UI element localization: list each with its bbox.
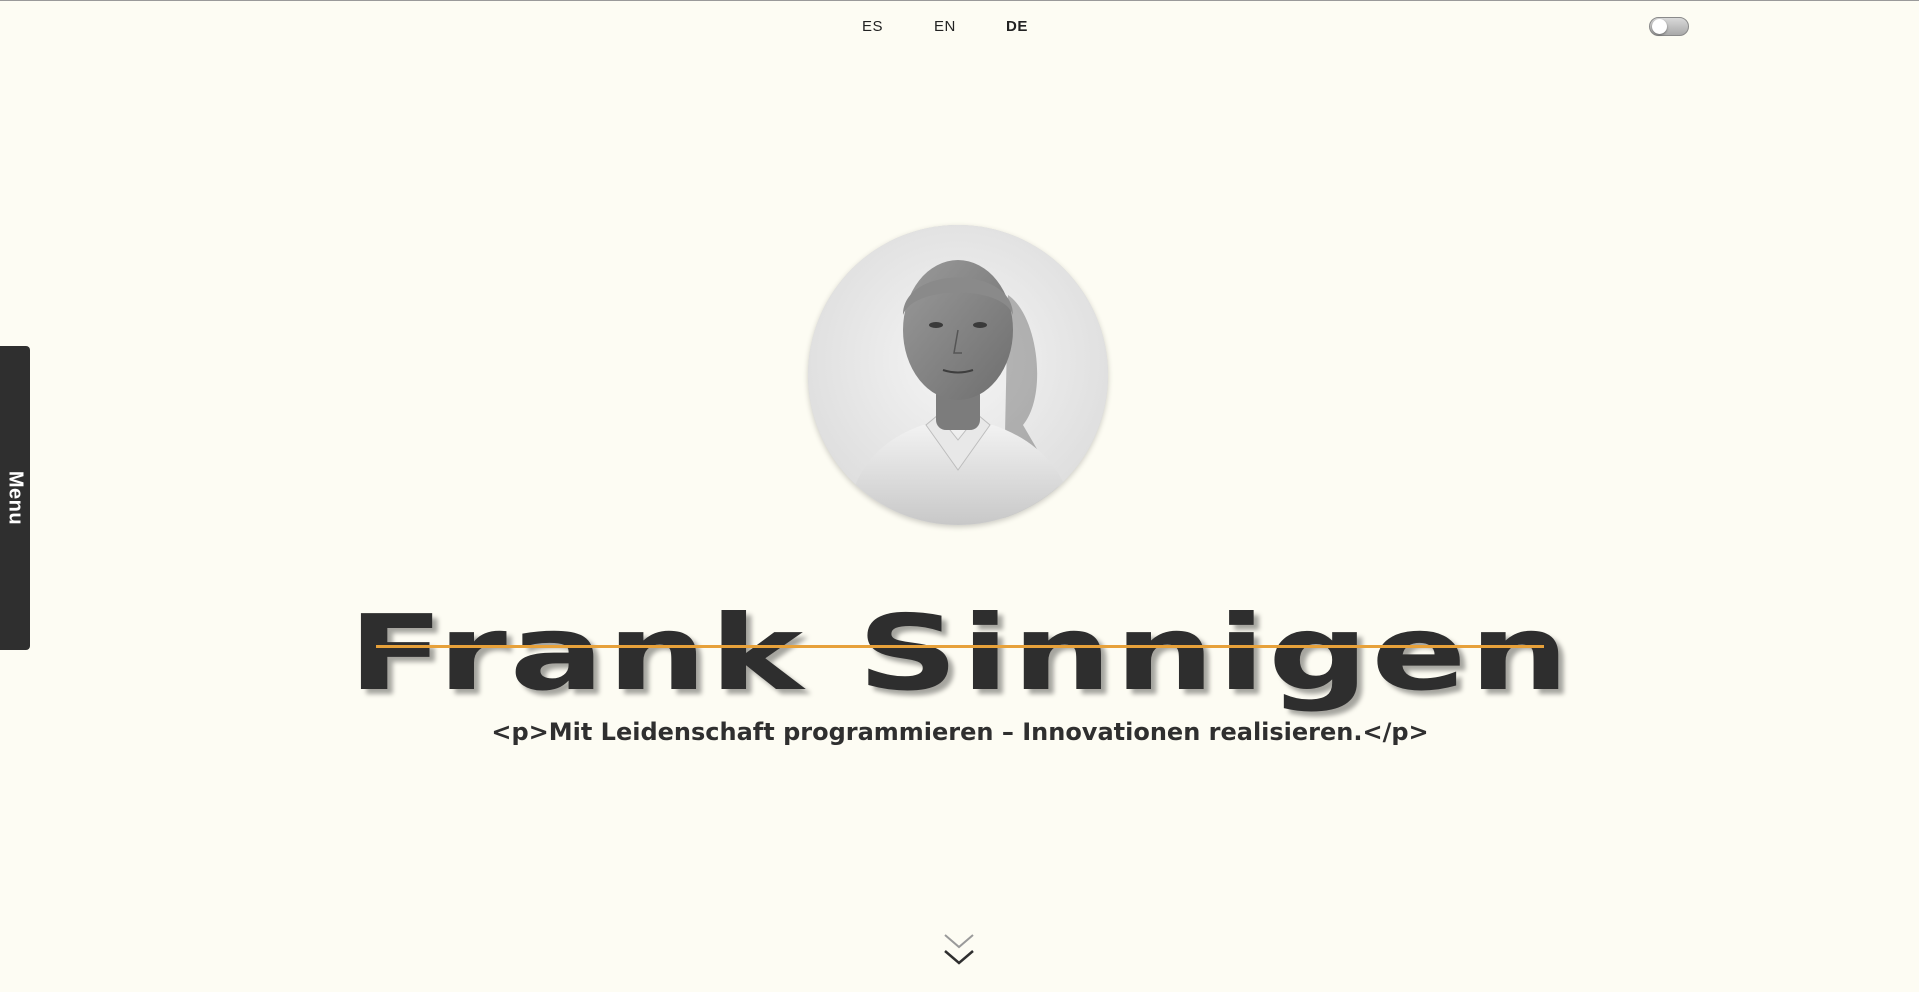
avatar: [808, 225, 1108, 525]
language-switcher: ES EN DE: [862, 18, 1078, 35]
hero-tagline: <p>Mit Leidenschaft programmieren – Inno…: [491, 718, 1429, 746]
language-es-link[interactable]: ES: [862, 18, 934, 35]
side-menu-label: Menu: [4, 470, 27, 526]
language-en-link[interactable]: EN: [934, 18, 1006, 35]
toggle-knob: [1652, 19, 1667, 34]
side-menu-button[interactable]: Menu: [0, 346, 30, 650]
page: ES EN DE Menu Frank Sinnigen <p>Mit Leid…: [0, 0, 1919, 992]
double-chevron-down-icon: [944, 934, 974, 965]
theme-toggle[interactable]: [1649, 17, 1689, 36]
scroll-down-button[interactable]: [943, 931, 975, 975]
name-underline: [376, 645, 1544, 648]
language-de-link[interactable]: DE: [1006, 18, 1078, 35]
profile-photo-icon: [808, 225, 1108, 525]
hero-name: Frank Sinnigen: [348, 591, 1572, 714]
